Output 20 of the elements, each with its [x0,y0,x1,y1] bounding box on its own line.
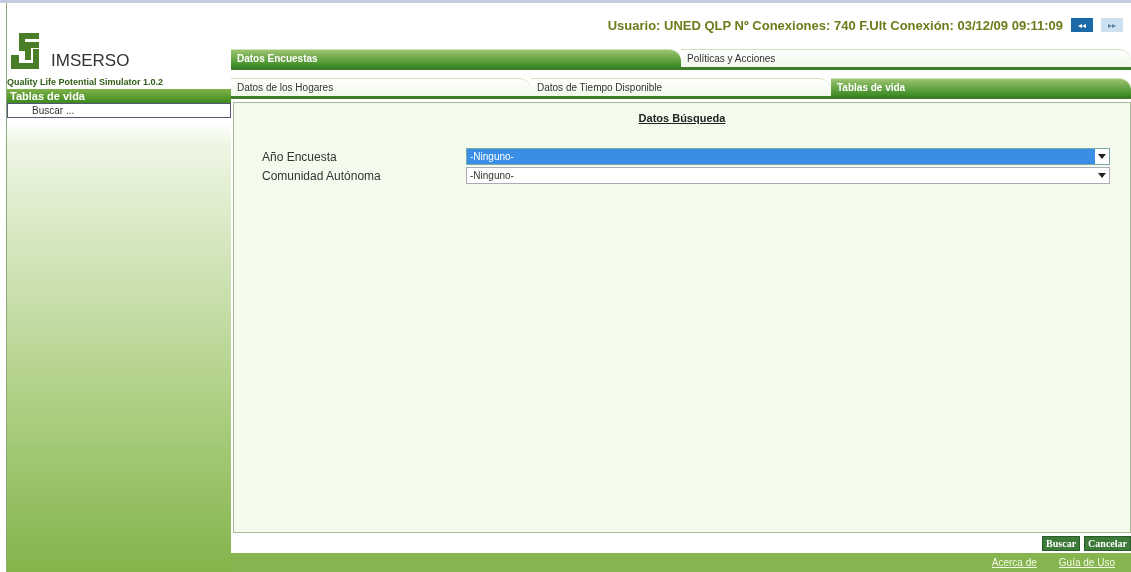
tab[interactable]: Datos Encuestas [231,49,681,67]
logo-text: IMSERSO [51,51,130,71]
tab[interactable]: Políticas y Acciones [681,49,1131,67]
dropdown[interactable]: -Ninguno- [466,167,1110,184]
user-status: Usuario: UNED QLP Nº Conexiones: 740 F.Ult Conexión: 03/12/09 09:11:09 [607,17,1063,33]
tab[interactable]: Datos de los Hogares [231,78,531,96]
field-label: Comunidad Autónoma [262,168,382,183]
dropdown[interactable]: -Ninguno- [466,148,1110,165]
caret-icon [1098,173,1106,178]
sidebar-item[interactable]: Buscar ... [7,103,231,118]
caret-icon [1098,154,1106,159]
section-title: Tablas de vida [7,89,231,103]
tab[interactable]: Tablas de vida [831,78,1131,96]
action-button[interactable]: Cancelar [1084,535,1131,551]
app-name: Quality Life Potential Simulator 1.0.2 [7,76,165,87]
nav-button[interactable]: ◂◂ [1071,18,1093,32]
panel-title: Datos Búsqueda [638,112,726,124]
field-label: Año Encuesta [262,149,338,164]
tab[interactable]: Datos de Tiempo Disponible [531,78,831,96]
action-button[interactable]: Buscar [1042,535,1081,551]
